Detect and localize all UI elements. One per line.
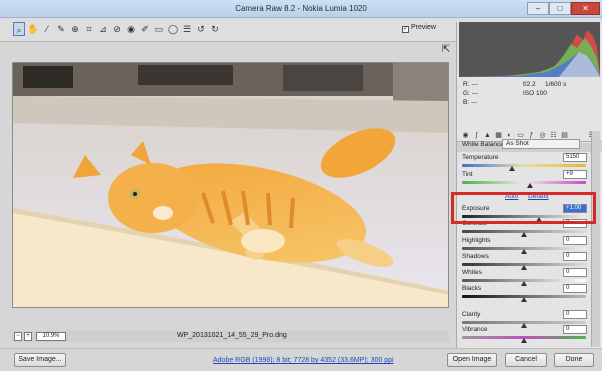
temperature-slider[interactable] (462, 164, 586, 167)
spot-removal-tool-icon[interactable]: ⊘ (111, 22, 123, 36)
file-name: WP_20131021_14_55_29_Pro.dng (177, 332, 287, 339)
color-sampler-tool-icon[interactable]: ✎ (55, 22, 67, 36)
blacks-label: Blacks (462, 285, 482, 292)
histogram (459, 22, 600, 77)
tint-label: Tint (462, 171, 473, 178)
clarity-value-field[interactable]: 0 (563, 310, 587, 319)
rotate-right-icon[interactable]: ↻ (209, 22, 221, 36)
window-title: Camera Raw 8.2 - Nokia Lumia 1020 (235, 4, 367, 13)
whites-slider-thumb[interactable] (521, 281, 527, 286)
vibrance-slider-thumb[interactable] (521, 338, 527, 343)
close-button[interactable]: ✕ (571, 2, 600, 15)
preview-label: Preview (411, 24, 436, 31)
targeted-adjustment-tool-icon[interactable]: ⊕ (69, 22, 81, 36)
highlights-label: Highlights (462, 237, 491, 244)
workflow-options-link[interactable]: Adobe RGB (1998); 8 bit; 7728 by 4352 (3… (213, 357, 394, 364)
shadows-value-field[interactable]: 0 (563, 252, 587, 261)
clarity-slider-thumb[interactable] (521, 323, 527, 328)
b-value: --- (470, 99, 478, 106)
maximize-button[interactable]: □ (549, 2, 571, 15)
blacks-slider-thumb[interactable] (521, 297, 527, 302)
crop-tool-icon[interactable]: ⌗ (83, 22, 95, 36)
panel-scrollbar[interactable] (591, 131, 600, 347)
white-balance-label: White Balance: (462, 141, 506, 148)
zoom-in-button[interactable]: + (24, 332, 32, 341)
clarity-label: Clarity (462, 311, 481, 318)
temperature-slider-thumb[interactable] (508, 166, 515, 171)
highlights-value-field[interactable]: 0 (563, 236, 587, 245)
adjustment-brush-tool-icon[interactable]: ✐ (139, 22, 151, 36)
status-bar: − + 10.9% WP_20131021_14_55_29_Pro.dng (12, 331, 449, 342)
camera-info: R: --- f/2.2 1/600 s G: --- ISO 100 B: -… (463, 80, 598, 120)
fullscreen-icon[interactable]: ⇱ (440, 44, 452, 56)
iso: ISO 100 (523, 90, 547, 97)
hand-tool-icon[interactable]: ✋ (27, 22, 39, 36)
r-value: --- (471, 81, 478, 88)
b-label: B: (463, 99, 470, 106)
vibrance-label: Vibrance (462, 326, 488, 333)
rotate-left-icon[interactable]: ↺ (195, 22, 207, 36)
detail-tab-icon[interactable]: ▲ (483, 131, 492, 141)
radial-filter-tool-icon[interactable]: ◯ (167, 22, 179, 36)
done-button[interactable]: Done (554, 353, 594, 367)
cancel-button[interactable]: Cancel (505, 353, 547, 367)
g-value: --- (471, 90, 479, 97)
photo-preview (13, 63, 448, 307)
image-canvas[interactable] (12, 62, 449, 308)
open-image-button[interactable]: Open Image (447, 353, 497, 367)
blacks-value-field[interactable]: 0 (563, 284, 587, 293)
title-bar: Camera Raw 8.2 - Nokia Lumia 1020 – □ ✕ (0, 0, 602, 18)
shadows-label: Shadows (462, 253, 489, 260)
basic-tab-icon[interactable]: ◉ (461, 131, 470, 141)
highlights-slider-thumb[interactable] (521, 249, 527, 254)
aperture: f/2.2 (523, 81, 536, 88)
straighten-tool-icon[interactable]: ⊿ (97, 22, 109, 36)
shutter-speed: 1/600 s (545, 81, 567, 88)
tint-slider-thumb[interactable] (527, 183, 534, 188)
temperature-label: Temperature (462, 154, 499, 161)
zoom-tool-icon[interactable]: ⌕ (13, 22, 25, 36)
white-balance-select[interactable]: As Shot (502, 139, 580, 149)
tone-curve-tab-icon[interactable]: ∫ (472, 131, 481, 141)
tint-slider[interactable] (462, 181, 586, 184)
minimize-button[interactable]: – (527, 2, 549, 15)
exposure-highlight-box (451, 192, 596, 224)
whites-label: Whites (462, 269, 482, 276)
shadows-slider-thumb[interactable] (521, 265, 527, 270)
preview-checkbox[interactable]: ✓ (402, 26, 409, 33)
vibrance-value-field[interactable]: 0 (563, 325, 587, 334)
save-image-button[interactable]: Save Image... (14, 353, 66, 367)
contrast-slider-thumb[interactable] (521, 232, 527, 237)
g-label: G: (463, 90, 470, 97)
graduated-filter-tool-icon[interactable]: ▭ (153, 22, 165, 36)
red-eye-removal-tool-icon[interactable]: ◉ (125, 22, 137, 36)
temperature-value-field[interactable]: 5150 (563, 153, 587, 162)
r-label: R: (463, 81, 470, 88)
preview-toggle[interactable]: ✓ Preview (402, 24, 436, 33)
tint-value-field[interactable]: +9 (563, 170, 587, 179)
zoom-out-button[interactable]: − (14, 332, 22, 341)
whites-value-field[interactable]: 0 (563, 268, 587, 277)
preferences-icon[interactable]: ☰ (181, 22, 193, 36)
white-balance-tool-icon[interactable]: ⁄ (41, 22, 53, 36)
zoom-level-select[interactable]: 10.9% (36, 332, 66, 341)
